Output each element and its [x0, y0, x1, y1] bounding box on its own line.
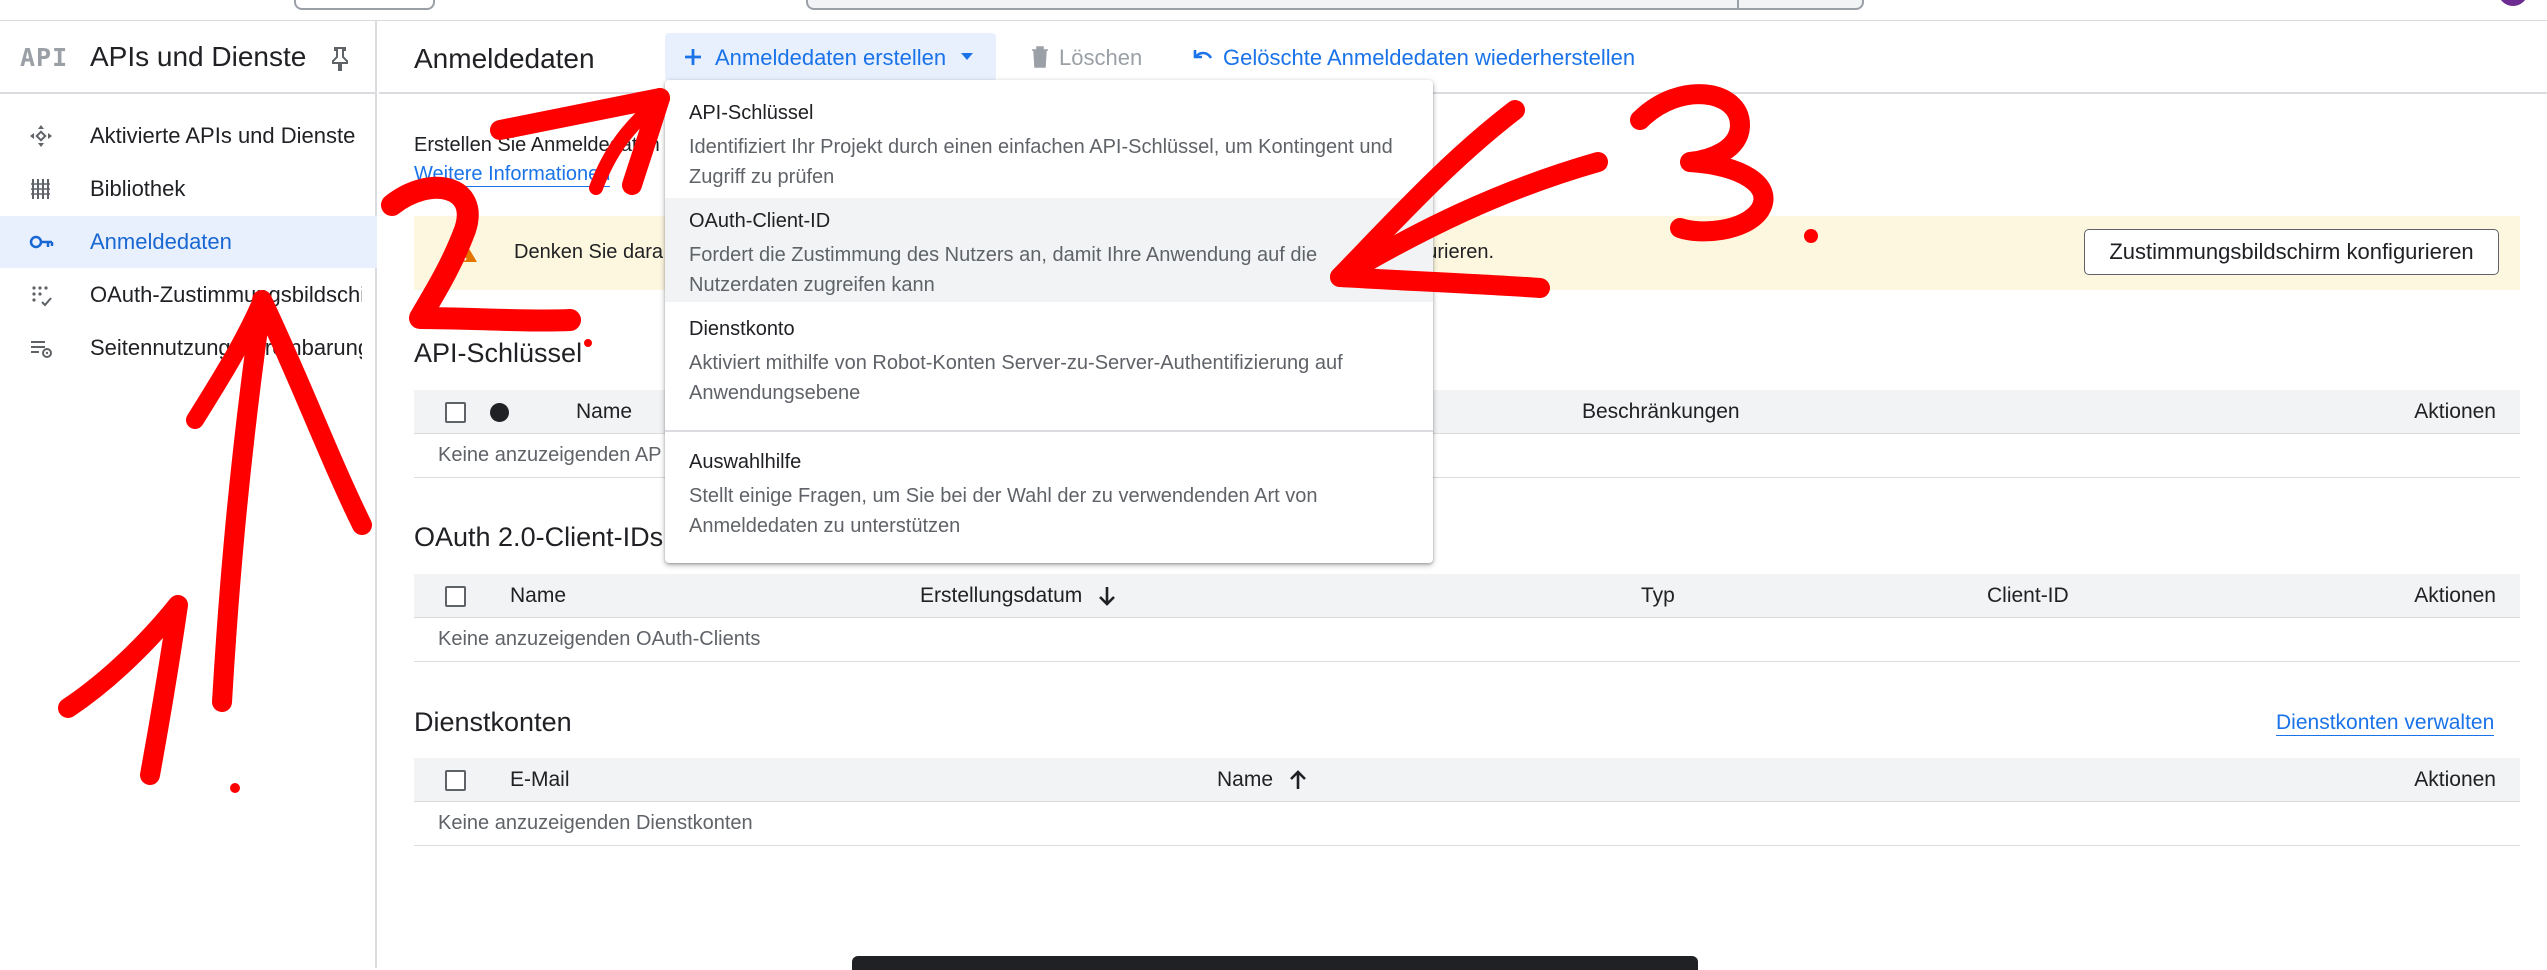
section-title-service-accounts: Dienstkonten [414, 707, 572, 737]
learn-more-link[interactable]: Weitere Informationen [414, 163, 611, 187]
sidebar-header: API APIs und Dienste [0, 21, 377, 94]
sidebar-item-label: Bibliothek [90, 176, 186, 201]
annotation-number-3 [1630, 84, 1774, 242]
intro-text: Erstellen Sie Anmeldedaten [414, 134, 660, 156]
search-bar[interactable] [806, 0, 1864, 10]
chevron-down-icon [961, 53, 973, 60]
top-bar [0, 0, 2547, 21]
menu-item-api-key[interactable]: API-Schlüssel Identifiziert Ihr Projekt … [665, 90, 1433, 194]
search-divider [1737, 0, 1739, 8]
create-credentials-menu: API-Schlüssel Identifiziert Ihr Projekt … [665, 80, 1433, 563]
menu-item-description: Aktiviert mithilfe von Robot-Konten Serv… [689, 352, 1343, 404]
table-row-empty: Keine anzuzeigenden Dienstkonten [414, 802, 2520, 846]
restore-label: Gelöschte Anmeldedaten wiederherstellen [1223, 45, 1636, 70]
page-title: Anmeldedaten [414, 43, 595, 74]
warning-icon [453, 242, 477, 262]
table-row-empty: Keine anzuzeigenden OAuth-Clients [414, 618, 2520, 662]
empty-message: Keine anzuzeigenden Dienstkonten [438, 812, 753, 834]
menu-item-title: Dienstkonto [689, 318, 795, 340]
select-all-checkbox[interactable] [445, 586, 466, 607]
select-all-checkbox[interactable] [445, 402, 466, 423]
status-dot-icon [490, 403, 509, 422]
column-header-name[interactable]: Name [576, 400, 632, 424]
avatar[interactable] [2498, 0, 2528, 6]
column-header-email[interactable]: E-Mail [510, 768, 570, 792]
menu-item-title: API-Schlüssel [689, 102, 814, 124]
menu-item-description: Fordert die Zustimmung des Nutzers an, d… [689, 244, 1318, 296]
menu-item-description: Stellt einige Fragen, um Sie bei der Wah… [689, 485, 1318, 537]
column-header-client-id[interactable]: Client-ID [1987, 584, 2069, 608]
oauth-table-header: Name Erstellungsdatum Typ Client-ID Akti… [414, 574, 2520, 618]
column-header-name[interactable]: Name [1217, 768, 1307, 792]
menu-item-description: Identifiziert Ihr Projekt durch einen ei… [689, 136, 1393, 188]
menu-divider [665, 430, 1433, 432]
top-bar-button[interactable] [294, 0, 435, 10]
empty-message: Keine anzuzeigenden OAuth-Clients [438, 628, 761, 650]
menu-item-title: Auswahlhilfe [689, 451, 802, 473]
key-icon [29, 235, 54, 249]
sidebar-item-label: Anmeldedaten [90, 229, 232, 254]
api-hub-icon [30, 125, 52, 147]
arrow-down-icon [1099, 587, 1116, 607]
undo-icon [1193, 50, 1213, 59]
sidebar-title: APIs und Dienste [90, 41, 307, 72]
configure-consent-button[interactable]: Zustimmungsbildschirm konfigurieren [2084, 229, 2499, 275]
column-header-name[interactable]: Name [510, 584, 566, 608]
column-header-type[interactable]: Typ [1641, 584, 1675, 608]
trash-icon [1032, 46, 1048, 68]
create-credentials-button[interactable]: Anmeldedaten erstellen [665, 33, 996, 81]
sidebar-item-label: Aktivierte APIs und Dienste [90, 123, 356, 148]
page-settings-icon [31, 341, 52, 358]
service-accounts-table-header: E-Mail Name Aktionen [414, 758, 2520, 802]
sidebar: API APIs und Dienste Aktivierte APIs und… [0, 21, 377, 968]
menu-item-wizard[interactable]: Auswahlhilfe Stellt einige Fragen, um Si… [665, 439, 1433, 549]
menu-item-oauth-client-id[interactable]: OAuth-Client-ID Fordert die Zustimmung d… [665, 198, 1433, 302]
delete-label: Löschen [1059, 45, 1143, 70]
arrow-up-icon [1289, 770, 1306, 790]
column-header-actions: Aktionen [2414, 768, 2496, 791]
annotation-arrow-2 [490, 88, 670, 140]
menu-item-title: OAuth-Client-ID [689, 210, 831, 232]
column-header-label: Name [1217, 768, 1274, 791]
select-all-checkbox[interactable] [445, 770, 466, 791]
create-credentials-label: Anmeldedaten erstellen [715, 45, 947, 70]
section-title-api-keys: API-Schlüssel [414, 338, 583, 368]
sidebar-item-enabled-apis[interactable]: Aktivierte APIs und Dienste [0, 110, 377, 162]
menu-item-service-account[interactable]: Dienstkonto Aktiviert mithilfe von Robot… [665, 306, 1433, 416]
sidebar-item-page-usage[interactable]: Seitennutzungsvereinbarungen [0, 322, 377, 374]
api-logo-icon: API [20, 43, 69, 72]
consent-screen-icon [32, 286, 52, 307]
section-title-oauth: OAuth 2.0-Client-IDs [414, 522, 664, 552]
pin-icon[interactable] [328, 45, 352, 73]
sidebar-item-label: Seitennutzungsvereinbarungen [90, 335, 362, 360]
manage-service-accounts-link[interactable]: Dienstkonten verwalten [2276, 711, 2495, 736]
column-header-restrictions: Beschränkungen [1582, 400, 1740, 423]
column-header-actions: Aktionen [2414, 400, 2496, 423]
column-header-actions: Aktionen [2414, 584, 2496, 607]
banner-text: Denken Sie dara [514, 241, 663, 263]
sidebar-item-label: OAuth-Zustimmungsbildschirm [90, 282, 362, 307]
sidebar-item-consent-screen[interactable]: OAuth-Zustimmungsbildschirm [0, 269, 377, 321]
column-header-label: Erstellungsdatum [920, 584, 1083, 607]
sidebar-item-library[interactable]: Bibliothek [0, 163, 377, 215]
sidebar-item-credentials[interactable]: Anmeldedaten [0, 216, 377, 268]
empty-message: Keine anzuzeigenden AP [438, 444, 662, 466]
library-icon [31, 179, 50, 199]
plus-icon [685, 49, 701, 65]
column-header-creation-date[interactable]: Erstellungsdatum [920, 584, 1116, 608]
